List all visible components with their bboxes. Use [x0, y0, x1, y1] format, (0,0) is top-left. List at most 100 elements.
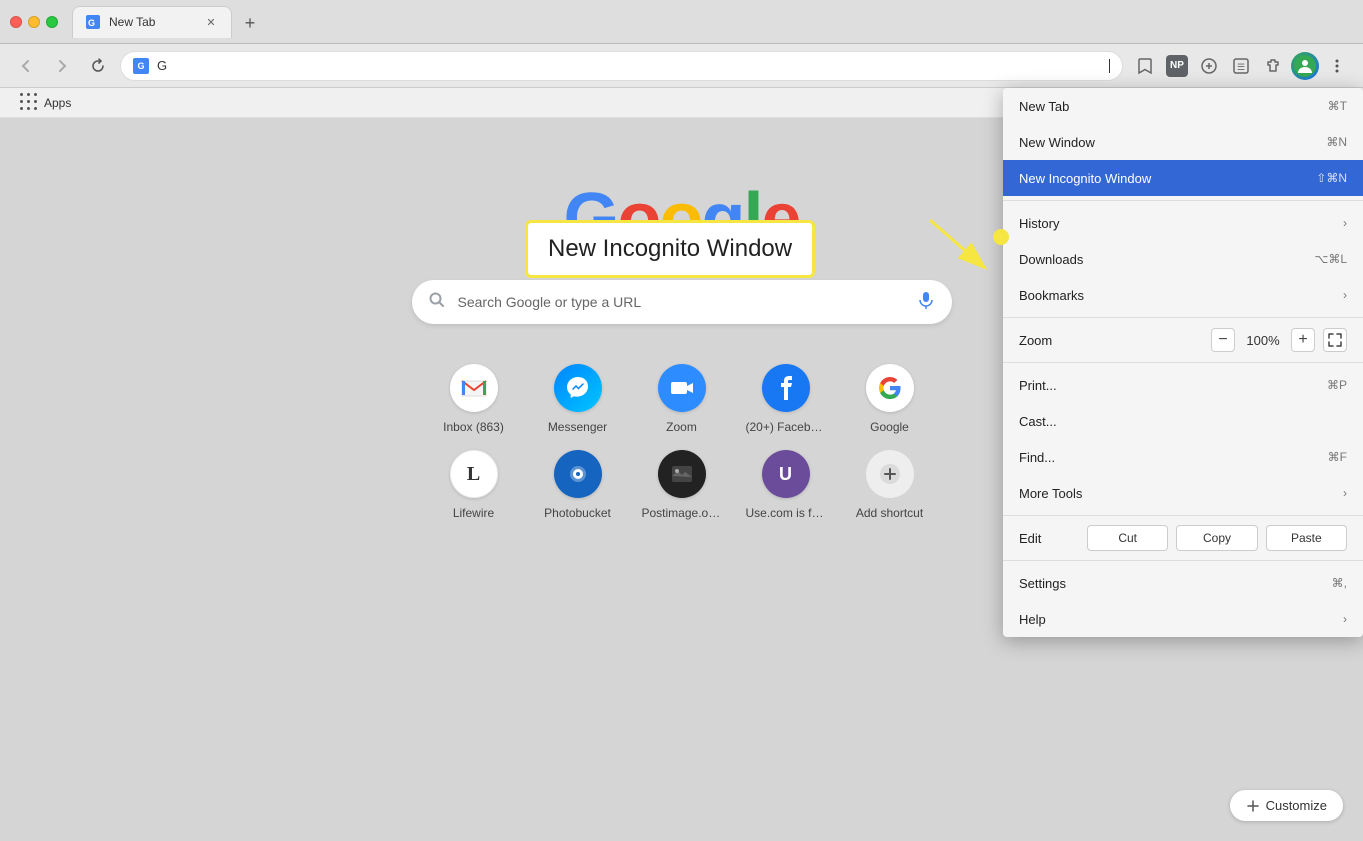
menu-find-label: Find...	[1019, 450, 1055, 465]
menu-print[interactable]: Print... ⌘P	[1003, 367, 1363, 403]
menu-bookmarks-label: Bookmarks	[1019, 288, 1084, 303]
edit-label: Edit	[1019, 531, 1079, 546]
zoom-fullscreen-button[interactable]	[1323, 328, 1347, 352]
logo-g-blue: G	[563, 179, 617, 259]
menu-print-label: Print...	[1019, 378, 1057, 393]
tab-bar: G New Tab ✕ +	[72, 6, 1353, 38]
active-tab[interactable]: G New Tab ✕	[72, 6, 232, 38]
shortcut-zoom-label: Zoom	[666, 420, 697, 434]
google-logo: Google	[563, 178, 799, 260]
zoom-minus-button[interactable]: −	[1211, 328, 1235, 352]
shortcut-google-label: Google	[870, 420, 909, 434]
menu-divider-2	[1003, 317, 1363, 318]
menu-button[interactable]	[1323, 52, 1351, 80]
menu-divider-5	[1003, 560, 1363, 561]
menu-settings-label: Settings	[1019, 576, 1066, 591]
back-button[interactable]	[12, 52, 40, 80]
menu-divider-1	[1003, 200, 1363, 201]
svg-text:G: G	[88, 18, 95, 28]
search-icon	[428, 291, 446, 314]
gmail-icon	[450, 364, 498, 412]
tab-close-button[interactable]: ✕	[203, 14, 219, 30]
shortcut-usecom[interactable]: U Use.com is fo...	[742, 450, 830, 520]
menu-downloads-shortcut: ⌥⌘L	[1314, 252, 1347, 266]
shortcut-gmail[interactable]: Inbox (863)	[430, 364, 518, 434]
menu-settings[interactable]: Settings ⌘,	[1003, 565, 1363, 601]
shortcut-google[interactable]: Google	[846, 364, 934, 434]
menu-more-tools[interactable]: More Tools ›	[1003, 475, 1363, 511]
lifewire-icon: L	[450, 450, 498, 498]
profile-np-icon[interactable]: NP	[1163, 52, 1191, 80]
photobucket-icon	[554, 450, 602, 498]
shortcut-messenger-label: Messenger	[548, 420, 607, 434]
mic-icon[interactable]	[916, 290, 936, 315]
url-bar[interactable]: G G	[120, 51, 1123, 81]
extension-icon-1[interactable]	[1195, 52, 1223, 80]
messenger-icon	[554, 364, 602, 412]
menu-more-tools-arrow: ›	[1343, 486, 1347, 500]
shortcut-photobucket[interactable]: Photobucket	[534, 450, 622, 520]
zoom-level-display: 100%	[1243, 333, 1283, 348]
tab-title: New Tab	[109, 15, 195, 29]
bookmark-icon[interactable]	[1131, 52, 1159, 80]
shortcut-messenger[interactable]: Messenger	[534, 364, 622, 434]
search-bar[interactable]: Search Google or type a URL	[412, 280, 952, 324]
menu-history-arrow: ›	[1343, 216, 1347, 230]
usecom-icon: U	[762, 450, 810, 498]
zoom-row: Zoom − 100% +	[1003, 322, 1363, 358]
refresh-button[interactable]	[84, 52, 112, 80]
zoom-controls: − 100% +	[1211, 328, 1347, 352]
facebook-icon	[762, 364, 810, 412]
menu-settings-shortcut: ⌘,	[1332, 576, 1347, 590]
apps-grid-icon	[20, 93, 40, 113]
maximize-button[interactable]	[46, 16, 58, 28]
menu-new-incognito-label: New Incognito Window	[1019, 171, 1151, 186]
menu-new-tab[interactable]: New Tab ⌘T	[1003, 88, 1363, 124]
menu-cast[interactable]: Cast...	[1003, 403, 1363, 439]
edit-row: Edit Cut Copy Paste	[1003, 520, 1363, 556]
paste-button[interactable]: Paste	[1266, 525, 1347, 551]
shortcut-usecom-label: Use.com is fo...	[746, 506, 826, 520]
shortcut-facebook[interactable]: (20+) Facebo...	[742, 364, 830, 434]
menu-downloads[interactable]: Downloads ⌥⌘L	[1003, 241, 1363, 277]
close-button[interactable]	[10, 16, 22, 28]
copy-button[interactable]: Copy	[1176, 525, 1257, 551]
logo-o-yellow: o	[659, 179, 701, 259]
new-tab-button[interactable]: +	[236, 10, 264, 38]
google-icon	[866, 364, 914, 412]
logo-e-red: e	[761, 179, 799, 259]
minimize-button[interactable]	[28, 16, 40, 28]
menu-new-incognito[interactable]: New Incognito Window ⇧⌘N	[1003, 160, 1363, 196]
shield-icon[interactable]: ☰	[1227, 52, 1255, 80]
menu-history[interactable]: History ›	[1003, 205, 1363, 241]
menu-help[interactable]: Help ›	[1003, 601, 1363, 637]
url-favicon: G	[133, 58, 149, 74]
address-bar: G G NP ☰	[0, 44, 1363, 88]
menu-new-incognito-shortcut: ⇧⌘N	[1316, 171, 1347, 185]
cut-button[interactable]: Cut	[1087, 525, 1168, 551]
menu-new-tab-label: New Tab	[1019, 99, 1069, 114]
profile-avatar[interactable]	[1291, 52, 1319, 80]
shortcut-gmail-label: Inbox (863)	[443, 420, 504, 434]
zoom-plus-button[interactable]: +	[1291, 328, 1315, 352]
chrome-menu: New Tab ⌘T New Window ⌘N New Incognito W…	[1003, 88, 1363, 637]
shortcuts-row-1: Inbox (863) Messenger	[430, 364, 934, 434]
customize-button[interactable]: Customize	[1230, 790, 1343, 821]
menu-new-tab-shortcut: ⌘T	[1328, 99, 1347, 113]
menu-new-window[interactable]: New Window ⌘N	[1003, 124, 1363, 160]
add-shortcut-icon	[866, 450, 914, 498]
shortcut-postimage[interactable]: Postimage.or...	[638, 450, 726, 520]
url-text: G	[157, 58, 1100, 73]
menu-bookmarks[interactable]: Bookmarks ›	[1003, 277, 1363, 313]
forward-button[interactable]	[48, 52, 76, 80]
shortcut-photobucket-label: Photobucket	[544, 506, 611, 520]
menu-downloads-label: Downloads	[1019, 252, 1083, 267]
tab-favicon: G	[85, 14, 101, 30]
menu-find[interactable]: Find... ⌘F	[1003, 439, 1363, 475]
shortcut-lifewire[interactable]: L Lifewire	[430, 450, 518, 520]
shortcut-add[interactable]: Add shortcut	[846, 450, 934, 520]
browser-frame: G New Tab ✕ + G	[0, 0, 1363, 841]
extensions-icon[interactable]	[1259, 52, 1287, 80]
apps-bookmark[interactable]: Apps	[12, 89, 79, 117]
shortcut-zoom[interactable]: Zoom	[638, 364, 726, 434]
